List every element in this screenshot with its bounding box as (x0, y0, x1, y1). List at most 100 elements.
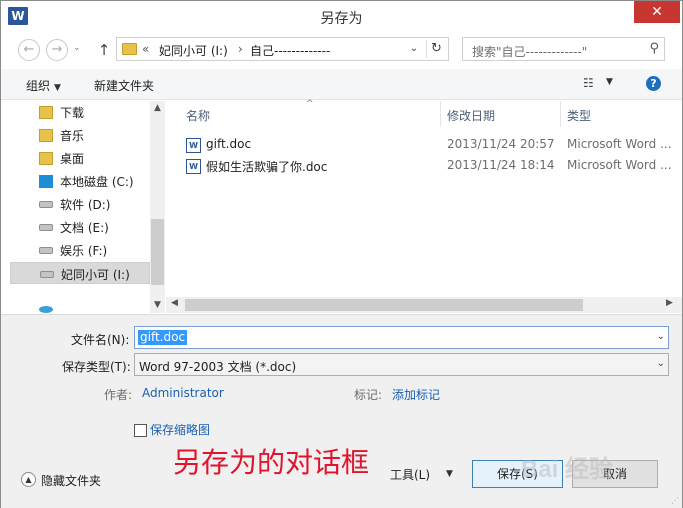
nav-item-drive-c[interactable]: 本地磁盘 (C:) (10, 170, 150, 192)
filename-value: gift.doc (138, 330, 188, 345)
nav-item-network-partial[interactable] (10, 305, 150, 313)
tags-label: 标记: (354, 388, 383, 402)
file-name: gift.doc (206, 137, 252, 151)
breadcrumb-folder[interactable]: 自己------------- (250, 42, 330, 59)
column-header-type[interactable]: 类型 (567, 107, 591, 124)
sort-ascending-icon: ^ (306, 99, 314, 109)
nav-item-label: 娱乐 (F:) (60, 244, 108, 258)
tags-link[interactable]: 添加标记 (392, 386, 440, 403)
nav-item-drive-d[interactable]: 软件 (D:) (10, 193, 150, 215)
breadcrumb-overflow[interactable]: « (142, 42, 149, 56)
chevron-up-icon[interactable]: ▲ (21, 472, 36, 487)
column-divider[interactable] (560, 101, 561, 127)
nav-item-drive-i[interactable]: 妃同小可 (I:) (10, 262, 150, 284)
watermark: Bai 经验 (521, 456, 614, 483)
file-list-hscrollbar[interactable]: ◀ ▶ (166, 297, 682, 313)
nav-item-label: 下载 (60, 106, 85, 120)
recent-locations-chevron-icon[interactable]: ⌄ (73, 43, 81, 53)
search-icon[interactable]: ⚲ (649, 41, 659, 56)
drive-icon (39, 201, 53, 208)
nav-item-label: 音乐 (60, 129, 85, 143)
file-row[interactable]: W gift.doc 2013/11/24 20:57 Microsoft Wo… (184, 135, 682, 155)
drive-icon (40, 271, 54, 278)
organize-button[interactable]: 组织 ▼ (26, 77, 61, 94)
filetype-label: 保存类型(T): (62, 360, 131, 374)
save-thumbnail-checkbox[interactable] (134, 424, 147, 437)
filename-label: 文件名(N): (71, 333, 130, 347)
drive-icon (39, 224, 53, 231)
back-button[interactable]: ← (18, 39, 40, 61)
breadcrumb-drive[interactable]: 妃同小可 (I:) (159, 42, 228, 59)
file-row[interactable]: W 假如生活欺骗了你.doc 2013/11/24 18:14 Microsof… (184, 156, 682, 176)
column-header-date[interactable]: 修改日期 (447, 107, 495, 124)
close-button[interactable]: ✕ (634, 1, 680, 23)
scroll-up-icon[interactable]: ▲ (150, 103, 165, 113)
file-type: Microsoft Word ... (567, 158, 672, 172)
caret-down-icon: ▼ (54, 83, 61, 93)
file-type: Microsoft Word ... (567, 137, 672, 151)
nav-item-desktop[interactable]: 桌面 (10, 147, 150, 169)
filetype-select[interactable]: Word 97-2003 文档 (*.doc) ⌄ (134, 353, 669, 376)
folder-icon (122, 43, 137, 55)
hscrollbar-thumb[interactable] (185, 299, 583, 311)
folder-icon (39, 106, 53, 119)
nav-item-label: 妃同小可 (I:) (61, 268, 130, 282)
hide-folders-button[interactable]: 隐藏文件夹 (41, 472, 101, 489)
word-document-icon: W (186, 159, 201, 174)
search-placeholder: 搜索"自己-------------" (472, 45, 588, 59)
folder-icon (39, 129, 53, 142)
scroll-right-icon[interactable]: ▶ (666, 298, 673, 308)
resize-grip-icon[interactable]: ⋰ (671, 496, 679, 505)
tools-caret-down-icon[interactable]: ▼ (446, 469, 453, 479)
nav-item-label: 本地磁盘 (C:) (60, 175, 134, 189)
nav-item-drive-e[interactable]: 文档 (E:) (10, 216, 150, 238)
filename-input[interactable]: gift.doc ⌄ (134, 326, 669, 349)
view-options-icon[interactable]: ☷ (583, 77, 597, 90)
windows-drive-icon (39, 175, 53, 188)
author-label: 作者: (104, 388, 133, 402)
breadcrumb-separator[interactable]: › (238, 42, 243, 56)
navigation-pane[interactable]: 下载 音乐 桌面 本地磁盘 (C:) 软件 (D:) 文档 (E:) 娱乐 (F… (2, 101, 165, 313)
column-divider[interactable] (440, 101, 441, 127)
column-header-name[interactable]: 名称 (186, 107, 210, 124)
author-link[interactable]: Administrator (142, 386, 224, 400)
refresh-button[interactable]: ↻ (426, 40, 446, 58)
nav-item-downloads[interactable]: 下载 (10, 101, 150, 123)
scroll-down-icon[interactable]: ▼ (150, 300, 165, 310)
up-button[interactable]: ↑ (96, 40, 112, 60)
filename-dropdown-icon[interactable]: ⌄ (657, 331, 665, 342)
nav-scrollbar[interactable]: ▲ ▼ (150, 101, 165, 313)
network-icon (39, 306, 53, 313)
nav-item-label: 软件 (D:) (60, 198, 111, 212)
new-folder-button[interactable]: 新建文件夹 (94, 77, 154, 94)
nav-scrollbar-thumb[interactable] (151, 219, 164, 285)
word-document-icon: W (186, 138, 201, 153)
title-bar[interactable]: W 另存为 ✕ (1, 1, 682, 33)
nav-item-label: 文档 (E:) (60, 221, 109, 235)
save-form: 文件名(N): gift.doc ⌄ 保存类型(T): Word 97-2003… (1, 314, 682, 508)
save-as-dialog: W 另存为 ✕ ← → ⌄ ↑ « 妃同小可 (I:) › 自己--------… (0, 0, 683, 508)
nav-item-label: 桌面 (60, 152, 85, 166)
tools-button[interactable]: 工具(L) (390, 466, 430, 483)
folder-icon (39, 152, 53, 165)
save-thumbnail-label[interactable]: 保存缩略图 (150, 421, 210, 438)
nav-item-drive-f[interactable]: 娱乐 (F:) (10, 239, 150, 261)
filetype-dropdown-icon[interactable]: ⌄ (657, 358, 665, 369)
window-title: 另存为 (320, 11, 363, 27)
search-input[interactable]: 搜索"自己-------------" ⚲ (462, 37, 665, 61)
drive-icon (39, 247, 53, 254)
forward-button[interactable]: → (46, 39, 68, 61)
nav-item-music[interactable]: 音乐 (10, 124, 150, 146)
address-dropdown-icon[interactable]: ⌄ (407, 41, 421, 57)
command-toolbar: 组织 ▼ 新建文件夹 ☷ ▼ ? (1, 69, 682, 100)
organize-label: 组织 (26, 79, 51, 93)
help-icon[interactable]: ? (646, 76, 661, 91)
file-name: 假如生活欺骗了你.doc (206, 160, 328, 174)
file-date: 2013/11/24 18:14 (447, 158, 555, 172)
view-caret-down-icon[interactable]: ▼ (606, 77, 613, 87)
scroll-left-icon[interactable]: ◀ (171, 298, 178, 308)
address-bar[interactable]: « 妃同小可 (I:) › 自己------------- ⌄ ↻ (116, 37, 449, 61)
file-list[interactable]: ^ 名称 修改日期 类型 W gift.doc 2013/11/24 20:57… (166, 99, 682, 313)
annotation-text: 另存为的对话框 (173, 446, 370, 479)
file-date: 2013/11/24 20:57 (447, 137, 555, 151)
